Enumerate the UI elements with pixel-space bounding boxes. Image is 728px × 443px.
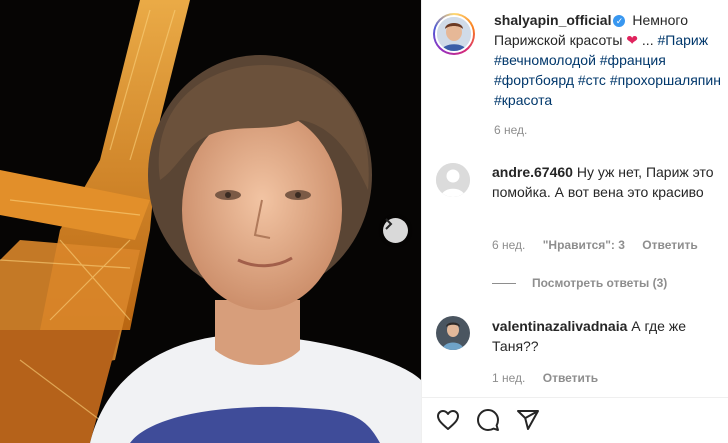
selfie-eiffel-tower-image — [0, 0, 421, 443]
comment-username[interactable]: valentinazalivadnaia — [492, 318, 627, 334]
verified-badge-icon: ✓ — [613, 15, 626, 27]
comment-time[interactable]: 1 нед. — [492, 371, 525, 385]
comment-time[interactable]: 6 нед. — [492, 238, 525, 252]
caption-ellipsis: ... — [638, 32, 658, 48]
comment-item: andre.67460 Ну уж нет, Париж это помойка… — [436, 163, 728, 263]
divider — [492, 282, 516, 284]
default-avatar-icon — [436, 163, 470, 197]
comment-likes[interactable]: "Нравится": 3 — [543, 238, 625, 252]
share-icon[interactable] — [516, 408, 540, 432]
author-avatar[interactable] — [433, 13, 475, 55]
author-username[interactable]: shalyapin_official — [494, 12, 611, 28]
chevron-right-icon — [385, 218, 393, 230]
reply-button[interactable]: Ответить — [543, 371, 598, 385]
comment-item: valentinazalivadnaia А где же Таня?? 1 н… — [436, 316, 728, 388]
post-caption: shalyapin_official ✓ Немного Парижской кр… — [433, 12, 728, 137]
post-actions-bar — [422, 397, 728, 443]
commenter-avatar[interactable] — [436, 163, 470, 197]
heart-icon[interactable] — [436, 408, 460, 432]
commenter-avatar[interactable] — [436, 316, 470, 350]
view-replies-button[interactable]: Посмотреть ответы (3) — [492, 276, 667, 290]
post-photo[interactable] — [0, 0, 421, 443]
comments-panel: shalyapin_official ✓ Немного Парижской кр… — [421, 0, 728, 443]
author-avatar-image — [437, 17, 471, 51]
comment-icon[interactable] — [476, 408, 500, 432]
next-photo-button[interactable] — [383, 218, 408, 243]
commenter-avatar-image — [436, 316, 470, 350]
heart-emoji: ❤ — [626, 32, 639, 48]
post-time[interactable]: 6 нед. — [494, 123, 527, 137]
reply-button[interactable]: Ответить — [642, 238, 697, 252]
comment-username[interactable]: andre.67460 — [492, 164, 573, 180]
view-replies-label: Посмотреть ответы (3) — [532, 276, 668, 290]
